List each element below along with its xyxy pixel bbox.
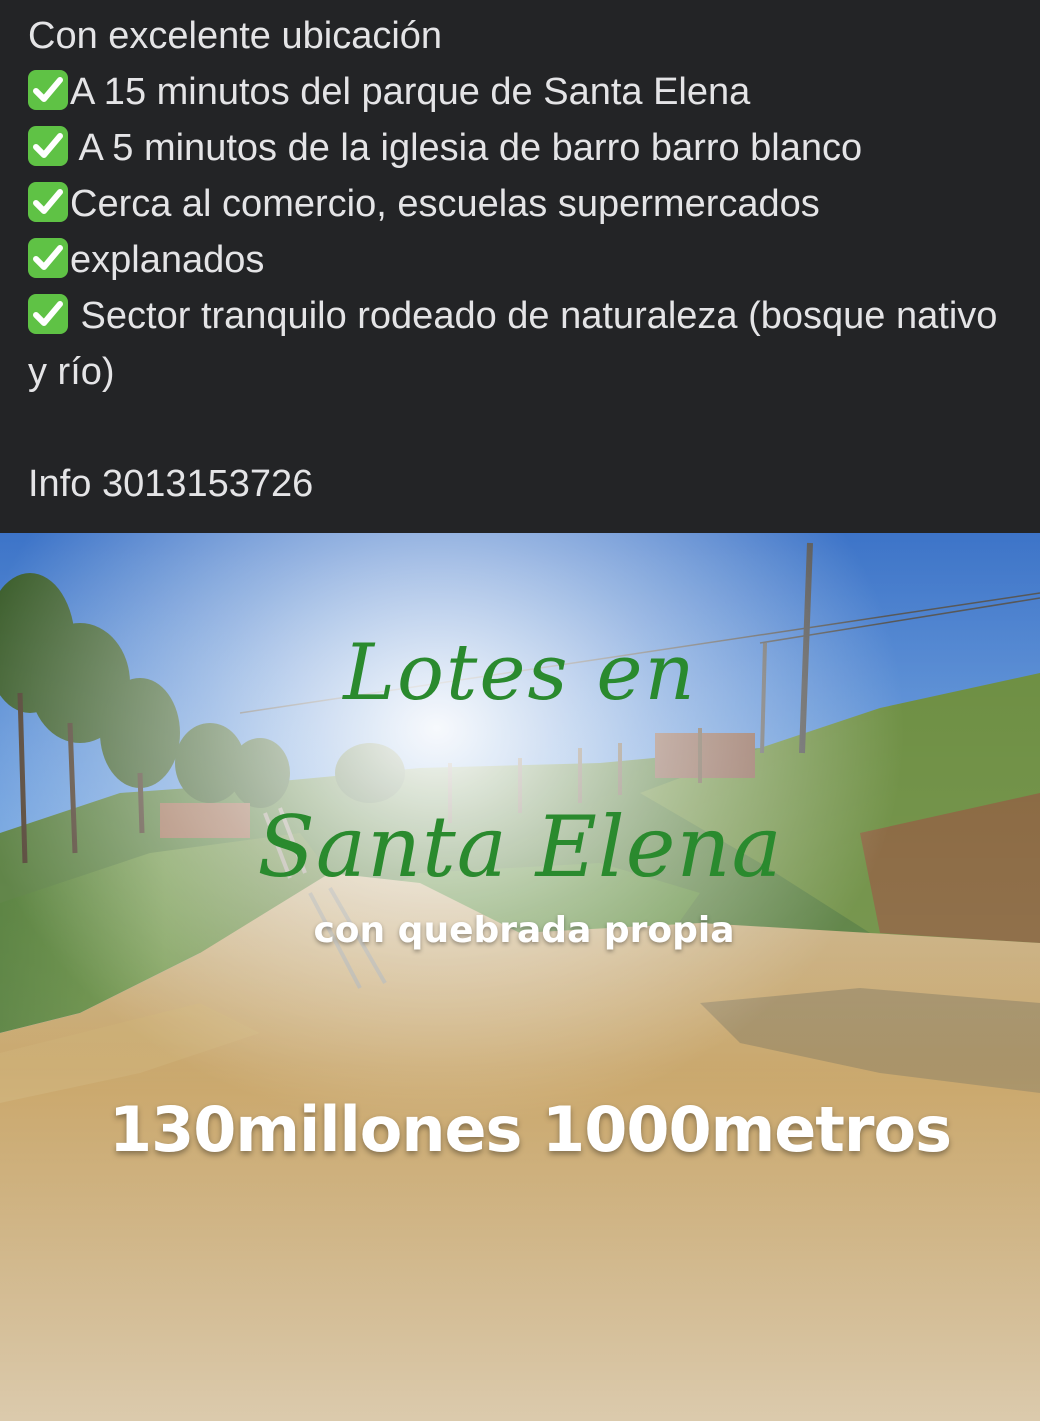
check-mark-icon: [28, 126, 68, 166]
caption-item: Sector tranquilo rodeado de naturaleza (…: [28, 288, 1022, 400]
listing-subtitle: con quebrada propia: [313, 910, 735, 951]
post: Con excelente ubicación A 15 minutos del…: [0, 0, 1040, 1421]
caption-item-text: explanados: [70, 239, 265, 281]
listing-photo[interactable]: Lotes en Santa Elena con quebrada propia…: [0, 533, 1040, 1421]
caption-intro: Con excelente ubicación: [28, 15, 443, 57]
caption-item-text: A 5 minutos de la iglesia de barro barro…: [70, 127, 863, 169]
caption-item: A 5 minutos de la iglesia de barro barro…: [28, 120, 1022, 176]
check-mark-icon: [28, 182, 68, 222]
check-mark-icon: [28, 238, 68, 278]
check-mark-icon: [28, 70, 68, 110]
caption-item-text: A 15 minutos del parque de Santa Elena: [70, 71, 751, 113]
listing-title-line2: Santa Elena: [257, 798, 783, 896]
caption-item-text: Cerca al comercio, escuelas supermercado…: [70, 183, 820, 225]
caption-item-text: Sector tranquilo rodeado de naturaleza (…: [28, 295, 998, 393]
caption-item: A 15 minutos del parque de Santa Elena: [28, 64, 1022, 120]
caption-contact-info: Info 3013153726: [28, 463, 314, 505]
listing-title-line1: Lotes en: [343, 628, 697, 718]
post-caption: Con excelente ubicación A 15 minutos del…: [0, 0, 1040, 533]
check-mark-icon: [28, 294, 68, 334]
caption-item: explanados: [28, 232, 1022, 288]
caption-item: Cerca al comercio, escuelas supermercado…: [28, 176, 1022, 232]
listing-price: 130millones 1000metros: [109, 1093, 952, 1166]
